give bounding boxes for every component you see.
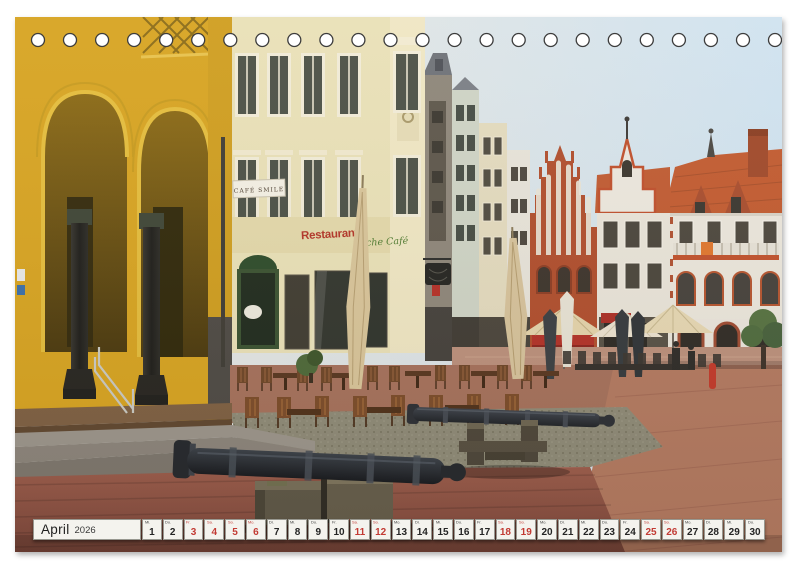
calendar-day: Sa.11 [350, 519, 370, 540]
haze-overlay [15, 17, 782, 552]
calendar-day: Mo.20 [537, 519, 557, 540]
calendar-day: Fr.10 [329, 519, 349, 540]
calendar-day: Mi.8 [288, 519, 308, 540]
calendar-day: Mi.1 [142, 519, 162, 540]
calendar-day: Fr.3 [184, 519, 204, 540]
calendar-day: Do.2 [163, 519, 183, 540]
binding-hole [96, 34, 109, 47]
binding-hole [704, 34, 717, 47]
calendar-day: Mi.15 [433, 519, 453, 540]
calendar-strip: April 2026 Mi.1Do.2Fr.3Sa.4So.5Mo.6Di.7M… [33, 519, 765, 540]
calendar-day: Sa.25 [641, 519, 661, 540]
binding-hole [384, 34, 397, 47]
photo: BLUT-BA [15, 17, 782, 552]
calendar-day: Do.30 [745, 519, 765, 540]
binding-hole [320, 34, 333, 47]
calendar-day: Di.28 [704, 519, 724, 540]
binding-hole [288, 34, 301, 47]
binding-hole [512, 34, 525, 47]
calendar-day: Mi.29 [724, 519, 744, 540]
calendar-day: Di.14 [412, 519, 432, 540]
binding-hole [672, 34, 685, 47]
calendar-day: Mo.6 [246, 519, 266, 540]
binding-hole [224, 34, 237, 47]
calendar-day: Mi.22 [579, 519, 599, 540]
binding-hole [640, 34, 653, 47]
binding-hole [64, 34, 77, 47]
binding-hole [608, 34, 621, 47]
calendar-day: So.12 [371, 519, 391, 540]
calendar-day: Sa.18 [496, 519, 516, 540]
binding-hole [480, 34, 493, 47]
calendar-day: Fr.17 [475, 519, 495, 540]
calendar-days: Mi.1Do.2Fr.3Sa.4So.5Mo.6Di.7Mi.8Do.9Fr.1… [141, 519, 765, 540]
calendar-day: So.26 [662, 519, 682, 540]
calendar-day: Fr.24 [620, 519, 640, 540]
market-square-scene: BLUT-BA [15, 17, 782, 552]
calendar-day: Di.7 [267, 519, 287, 540]
calendar-year: 2026 [75, 525, 96, 536]
calendar-month: April [41, 522, 70, 537]
calendar-day: Do.9 [308, 519, 328, 540]
calendar-day: Sa.4 [204, 519, 224, 540]
binding-hole [128, 34, 141, 47]
binding-hole [416, 34, 429, 47]
calendar-day: Di.21 [558, 519, 578, 540]
calendar-day: So.19 [516, 519, 536, 540]
binding-hole [448, 34, 461, 47]
binding-hole [352, 34, 365, 47]
binding-hole [576, 34, 589, 47]
binding-hole [256, 34, 269, 47]
calendar-day: Do.23 [600, 519, 620, 540]
binding-hole [769, 34, 782, 47]
calendar-day: Mo.27 [683, 519, 703, 540]
binding-hole [160, 34, 173, 47]
binding-hole [32, 34, 45, 47]
binding-hole [737, 34, 750, 47]
binding-hole [192, 34, 205, 47]
calendar-day: Do.16 [454, 519, 474, 540]
calendar-day: Mo.13 [392, 519, 412, 540]
calendar-month-box: April 2026 [33, 519, 141, 540]
calendar-page: BLUT-BA [0, 0, 800, 575]
calendar-day: So.5 [225, 519, 245, 540]
binding-hole [544, 34, 557, 47]
